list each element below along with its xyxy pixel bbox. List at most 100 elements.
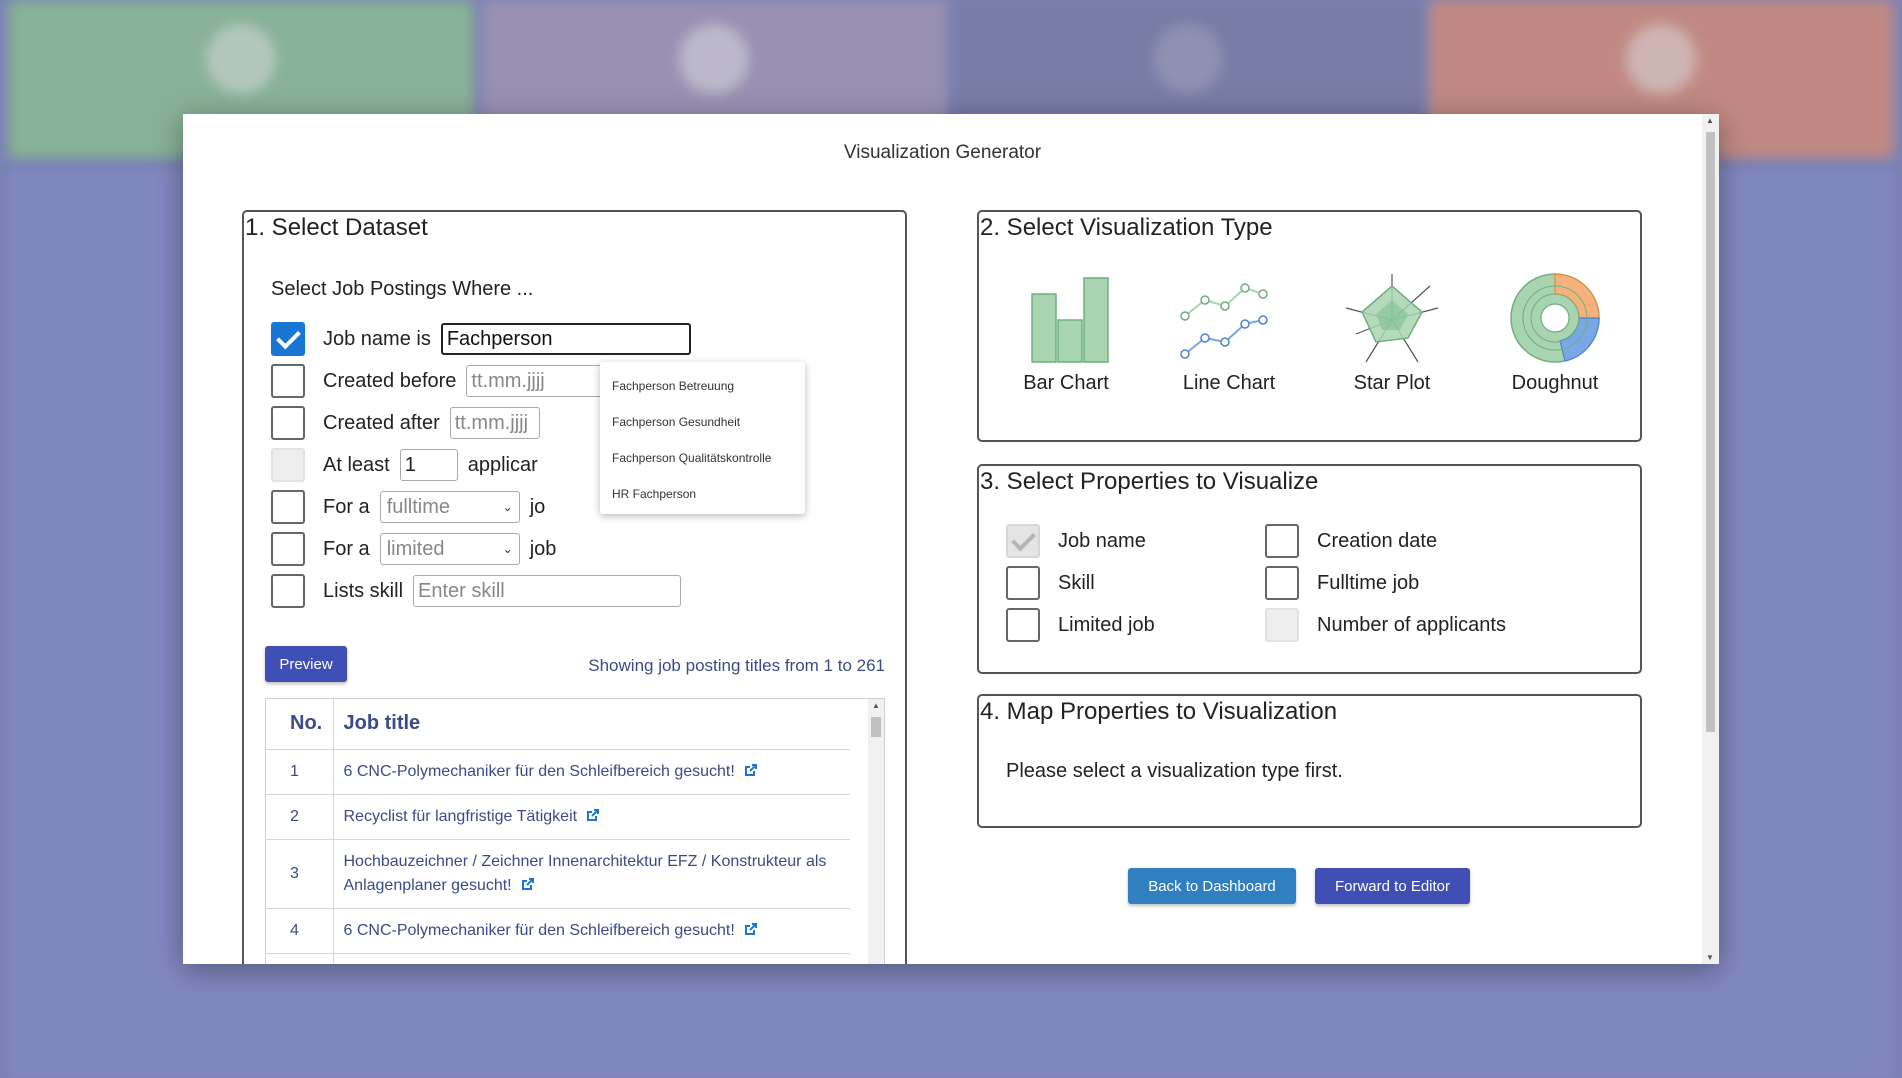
filter-label: Lists skill: [323, 579, 404, 602]
job-title-cell: Recyclist für langfristige Tätigkeit: [333, 794, 850, 840]
filter-created-after: Created after tt.mm.jjjj: [271, 406, 540, 440]
property-number-of-applicants: Number of applicants: [1265, 608, 1506, 642]
viz-option-label: Doughnut: [1511, 372, 1599, 394]
column-header-job-title: Job title: [333, 699, 850, 750]
at-least-checkbox[interactable]: [271, 448, 305, 482]
property-job-name: Job name: [1006, 524, 1146, 558]
skill-checkbox[interactable]: [271, 574, 305, 608]
select-properties-panel: 3. Select Properties to Visualize Job na…: [977, 464, 1642, 674]
row-number: [266, 953, 334, 964]
select-value: fulltime: [386, 495, 451, 518]
created-before-date-input[interactable]: tt.mm.jjjj: [466, 365, 603, 397]
preview-button[interactable]: Preview: [265, 646, 347, 682]
scroll-up-icon[interactable]: ▲: [872, 701, 880, 710]
fulltime-select[interactable]: fulltime ⌄: [379, 491, 520, 523]
applicants-property-checkbox[interactable]: [1265, 608, 1299, 642]
job-title-link[interactable]: Recyclist für langfristige Tätigkeit: [344, 808, 578, 825]
job-postings-table: No. Job title 1 6 CNC-Polymechaniker für…: [265, 698, 885, 964]
property-label: Skill: [1058, 571, 1095, 594]
filter-fulltime: For a fulltime ⌄ jo: [271, 490, 545, 524]
viz-option-line-chart[interactable]: Line Chart: [1169, 272, 1289, 395]
creation-date-property-checkbox[interactable]: [1265, 524, 1299, 558]
scrollbar-thumb[interactable]: [1706, 132, 1715, 732]
property-label: Limited job: [1058, 613, 1155, 636]
chevron-down-icon: ⌄: [502, 500, 513, 514]
back-to-dashboard-button[interactable]: Back to Dashboard: [1128, 868, 1296, 904]
column-header-no: No.: [266, 699, 334, 750]
property-label: Job name: [1058, 529, 1146, 552]
forward-to-editor-button[interactable]: Forward to Editor: [1315, 868, 1470, 904]
filter-label: job: [529, 537, 557, 560]
job-name-property-checkbox[interactable]: [1006, 524, 1040, 558]
table-row: [266, 953, 850, 964]
bar-chart-icon: [1031, 277, 1109, 363]
mapping-message: Please select a visualization type first…: [1006, 760, 1343, 782]
job-title-cell: 6 CNC-Polymechaniker für den Schleifbere…: [333, 908, 850, 954]
created-after-checkbox[interactable]: [271, 406, 305, 440]
filter-label: For a: [323, 537, 370, 560]
panel-title: 4. Map Properties to Visualization: [980, 698, 1338, 725]
property-limited-job: Limited job: [1006, 608, 1155, 642]
skill-property-checkbox[interactable]: [1006, 566, 1040, 600]
modal-scrollbar[interactable]: ▲ ▼: [1702, 114, 1719, 964]
external-link-icon[interactable]: [520, 876, 536, 892]
table-scrollbar[interactable]: ▲: [868, 699, 884, 964]
skill-input[interactable]: Enter skill: [413, 575, 682, 607]
fulltime-job-property-checkbox[interactable]: [1265, 566, 1299, 600]
job-title-cell: [333, 953, 850, 964]
filter-skill: Lists skill Enter skill: [271, 574, 682, 608]
job-title-link[interactable]: 6 CNC-Polymechaniker für den Schleifbere…: [344, 922, 735, 939]
property-label: Fulltime job: [1317, 571, 1420, 594]
job-name-input[interactable]: Fachperson: [440, 323, 691, 355]
filter-label: Job name is: [323, 327, 431, 350]
scrollbar-thumb[interactable]: [871, 717, 881, 737]
filter-job-name: Job name is Fachperson: [271, 322, 691, 356]
result-count-text: Showing job posting titles from 1 to 261: [588, 656, 885, 675]
created-after-date-input[interactable]: tt.mm.jjjj: [449, 407, 540, 439]
property-label: Number of applicants: [1317, 613, 1506, 636]
suggestion-item[interactable]: Fachperson Betreuung: [600, 368, 805, 404]
table-row: 3 Hochbauzeichner / Zeichner Innenarchit…: [266, 839, 850, 909]
panel-title: 2. Select Visualization Type: [980, 214, 1273, 241]
viz-option-doughnut[interactable]: Doughnut: [1495, 272, 1615, 395]
row-number: 3: [266, 839, 334, 909]
viz-option-bar-chart[interactable]: Bar Chart: [1006, 272, 1126, 395]
suggestion-item[interactable]: HR Fachperson: [600, 476, 805, 512]
limited-checkbox[interactable]: [271, 532, 305, 566]
limited-job-property-checkbox[interactable]: [1006, 608, 1040, 642]
table-row: 2 Recyclist für langfristige Tätigkeit: [266, 794, 850, 840]
filter-label: applicar: [467, 453, 538, 476]
suggestion-item[interactable]: Fachperson Qualitätskontrolle: [600, 440, 805, 476]
external-link-icon[interactable]: [585, 807, 601, 823]
limited-select[interactable]: limited ⌄: [379, 533, 520, 565]
job-title-link[interactable]: 6 CNC-Polymechaniker für den Schleifbere…: [344, 763, 735, 780]
job-name-checkbox[interactable]: [271, 322, 305, 356]
filter-label: At least: [323, 453, 390, 476]
scroll-up-icon[interactable]: ▲: [1706, 116, 1714, 125]
row-number: 2: [266, 794, 334, 840]
suggestion-item[interactable]: Fachperson Gesundheit: [600, 404, 805, 440]
viz-option-label: Star Plot: [1353, 372, 1431, 394]
visualization-generator-modal: ▲ ▼ Visualization Generator 1. Select Da…: [183, 114, 1719, 964]
doughnut-icon: [1510, 273, 1600, 363]
property-label: Creation date: [1317, 529, 1438, 552]
table-row: 4 6 CNC-Polymechaniker für den Schleifbe…: [266, 908, 850, 954]
viz-option-star-plot[interactable]: Star Plot: [1332, 272, 1452, 395]
applicants-count-input[interactable]: 1: [399, 449, 458, 481]
viz-option-label: Line Chart: [1182, 372, 1276, 394]
filter-applicants: At least 1 applicar: [271, 448, 538, 482]
job-title-link[interactable]: Hochbauzeichner / Zeichner Innenarchitek…: [344, 853, 827, 894]
external-link-icon[interactable]: [743, 921, 759, 937]
select-visualization-type-panel: 2. Select Visualization Type Bar Chart L: [977, 210, 1642, 442]
created-before-checkbox[interactable]: [271, 364, 305, 398]
external-link-icon[interactable]: [743, 762, 759, 778]
table-row: 1 6 CNC-Polymechaniker für den Schleifbe…: [266, 749, 850, 795]
job-name-suggestions: Fachperson Betreuung Fachperson Gesundhe…: [600, 362, 805, 514]
map-properties-panel: 4. Map Properties to Visualization Pleas…: [977, 694, 1642, 828]
property-skill: Skill: [1006, 566, 1095, 600]
row-number: 4: [266, 908, 334, 954]
property-creation-date: Creation date: [1265, 524, 1437, 558]
scroll-down-icon[interactable]: ▼: [1706, 953, 1714, 962]
filter-label: jo: [529, 495, 546, 518]
fulltime-checkbox[interactable]: [271, 490, 305, 524]
